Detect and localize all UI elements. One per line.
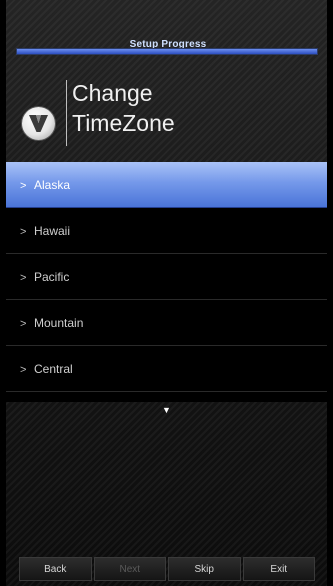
vizio-logo-icon bbox=[22, 107, 55, 140]
page-title-line-1: Change bbox=[72, 80, 153, 106]
exit-button[interactable]: Exit bbox=[242, 557, 315, 581]
timezone-item-label: Alaska bbox=[34, 178, 71, 192]
timezone-list: > Alaska > Hawaii > Pacific > Mountain > Central bbox=[6, 162, 327, 402]
timezone-item-alaska[interactable]: > Alaska bbox=[6, 162, 327, 208]
setup-screen: Setup Progress Change TimeZone > Alaska > H… bbox=[6, 0, 327, 586]
timezone-item-label: Mountain bbox=[34, 316, 84, 330]
chevron-right-icon: > bbox=[20, 318, 27, 330]
setup-progress-fill bbox=[17, 49, 317, 54]
chevron-right-icon: > bbox=[20, 226, 27, 238]
timezone-item-label: Central bbox=[34, 362, 73, 376]
chevron-right-icon: > bbox=[20, 364, 27, 376]
header-divider bbox=[66, 80, 67, 146]
chevron-right-icon: > bbox=[20, 180, 27, 192]
timezone-item-label: Hawaii bbox=[34, 224, 71, 238]
timezone-item-hawaii[interactable]: > Hawaii bbox=[6, 208, 327, 254]
scroll-down-chevron-icon[interactable]: ▼ bbox=[6, 404, 327, 416]
footer-buttons: Back Next Skip Exit bbox=[19, 557, 315, 581]
next-button[interactable]: Next bbox=[93, 557, 166, 581]
timezone-item-pacific[interactable]: > Pacific bbox=[6, 254, 327, 300]
timezone-item-mountain[interactable]: > Mountain bbox=[6, 300, 327, 346]
timezone-item-central[interactable]: > Central bbox=[6, 346, 327, 392]
timezone-item-label: Pacific bbox=[34, 270, 70, 284]
back-button[interactable]: Back bbox=[19, 557, 92, 581]
chevron-right-icon: > bbox=[20, 272, 27, 284]
page-title-line-2: TimeZone bbox=[72, 110, 175, 136]
page-header: Change TimeZone bbox=[6, 70, 327, 158]
setup-progress-bar bbox=[16, 48, 318, 55]
skip-button[interactable]: Skip bbox=[168, 557, 241, 581]
